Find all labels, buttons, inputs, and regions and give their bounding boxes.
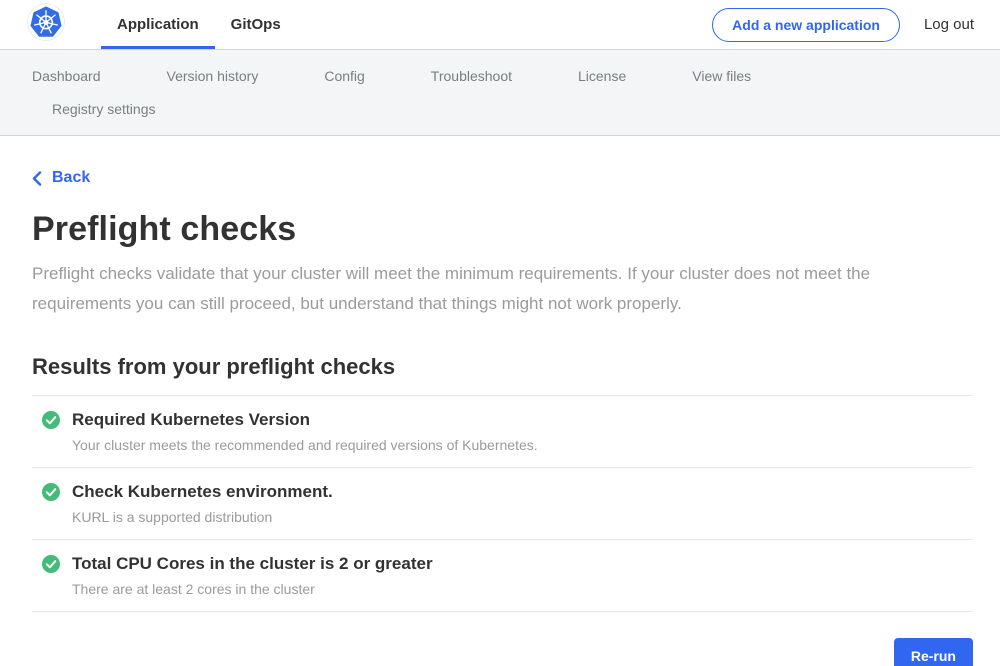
results-heading: Results from your preflight checks — [32, 354, 973, 380]
back-label: Back — [52, 169, 90, 187]
check-pass-icon — [42, 483, 60, 501]
page-title: Preflight checks — [32, 210, 973, 249]
check-message: KURL is a supported distribution — [72, 509, 333, 526]
add-new-application-button[interactable]: Add a new application — [712, 8, 900, 42]
primary-tabs: Application GitOps — [101, 0, 297, 49]
kubernetes-logo[interactable] — [27, 0, 65, 49]
check-message: There are at least 2 cores in the cluste… — [72, 581, 433, 598]
main-content: Back Preflight checks Preflight checks v… — [0, 136, 1000, 666]
check-title: Total CPU Cores in the cluster is 2 or g… — [72, 554, 433, 574]
subnav-row-2: Registry settings — [0, 92, 1000, 125]
check-pass-icon — [42, 555, 60, 573]
check-title: Check Kubernetes environment. — [72, 482, 333, 502]
actions-bar: Re-run — [32, 638, 973, 666]
topnav-right: Add a new application Log out — [712, 0, 974, 49]
top-navbar: Application GitOps Add a new application… — [0, 0, 1000, 50]
kubernetes-icon — [27, 3, 65, 46]
check-title: Required Kubernetes Version — [72, 410, 538, 430]
preflight-results-list: Required Kubernetes Version Your cluster… — [32, 395, 973, 612]
check-message: Your cluster meets the recommended and r… — [72, 437, 538, 454]
subnav-item-version-history[interactable]: Version history — [167, 68, 259, 84]
subnav-item-view-files[interactable]: View files — [692, 68, 751, 84]
page-description: Preflight checks validate that your clus… — [32, 259, 947, 319]
rerun-button[interactable]: Re-run — [894, 638, 973, 666]
subnav-row-1: Dashboard Version history Config Trouble… — [0, 59, 1000, 92]
subnav-item-troubleshoot[interactable]: Troubleshoot — [431, 68, 512, 84]
chevron-left-icon — [32, 171, 42, 186]
app-subnav: Dashboard Version history Config Trouble… — [0, 50, 1000, 136]
subnav-item-dashboard[interactable]: Dashboard — [32, 68, 101, 84]
tab-gitops[interactable]: GitOps — [215, 0, 297, 49]
back-link[interactable]: Back — [32, 169, 90, 187]
check-pass-icon — [42, 411, 60, 429]
tab-application[interactable]: Application — [101, 0, 215, 49]
subnav-item-license[interactable]: License — [578, 68, 626, 84]
preflight-check-row: Required Kubernetes Version Your cluster… — [32, 396, 973, 468]
logout-link[interactable]: Log out — [924, 16, 974, 33]
preflight-check-row: Check Kubernetes environment. KURL is a … — [32, 468, 973, 540]
subnav-item-registry-settings[interactable]: Registry settings — [52, 101, 155, 117]
subnav-item-config[interactable]: Config — [324, 68, 364, 84]
preflight-check-row: Total CPU Cores in the cluster is 2 or g… — [32, 540, 973, 612]
